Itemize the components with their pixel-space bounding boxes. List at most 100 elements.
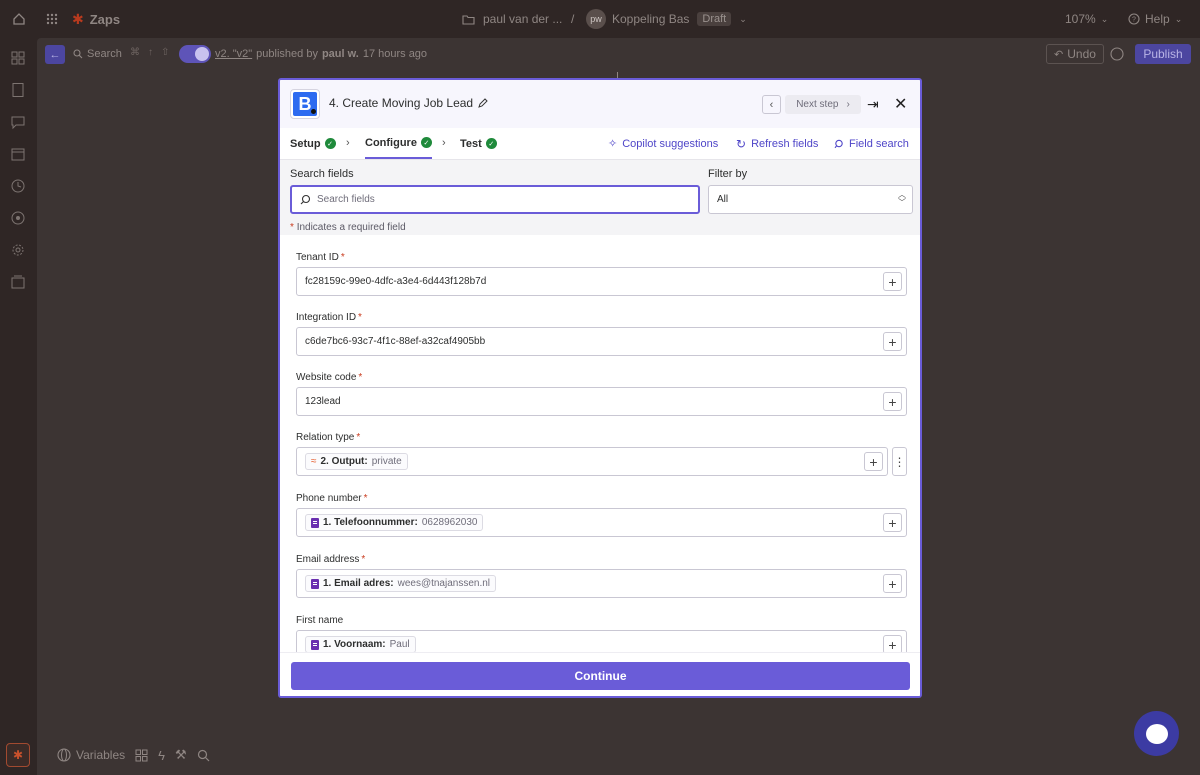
- chevron-down-icon: ⌄: [1100, 13, 1109, 24]
- mapped-value-pill[interactable]: ≈ 2. Output: private: [305, 453, 408, 470]
- version-link[interactable]: v2. "v2": [215, 48, 252, 60]
- tab-configure[interactable]: Configure ✓: [365, 128, 432, 159]
- folder-breadcrumb[interactable]: paul van der ...: [462, 0, 562, 38]
- apps-icon[interactable]: [135, 749, 148, 762]
- integration-id-input[interactable]: c6de7bc6-93c7-4f1c-88ef-a32caf4905bb +: [296, 327, 907, 356]
- lightning-icon[interactable]: ϟ: [158, 748, 165, 763]
- filter-select[interactable]: All ︿ ﹀: [708, 185, 913, 214]
- breadcrumb-separator: /: [571, 12, 575, 26]
- chevron-down-icon: ⌄: [1174, 13, 1183, 24]
- help-icon: ?: [1128, 13, 1140, 25]
- modal-footer: Continue: [280, 652, 920, 696]
- info-icon[interactable]: [1110, 47, 1124, 61]
- relation-type-input[interactable]: ≈ 2. Output: private +: [296, 447, 888, 476]
- field-label-tenant-id: Tenant ID *: [296, 252, 345, 263]
- step-config-modal: B 4. Create Moving Job Lead ‹ Next step …: [278, 78, 922, 698]
- apps-grid-icon[interactable]: [46, 0, 58, 38]
- required-note: * Indicates a required field: [290, 222, 406, 233]
- kebab-icon[interactable]: ⋮: [892, 447, 907, 476]
- tenant-id-input[interactable]: fc28159c-99e0-4dfc-a3e4-6d443f128b7d +: [296, 267, 907, 296]
- previous-step-button[interactable]: ‹: [762, 95, 781, 114]
- avatar: pw: [586, 9, 606, 29]
- phone-number-input[interactable]: 1. Telefoonnummer: 0628962030 +: [296, 508, 907, 537]
- form-icon: [311, 517, 319, 528]
- gear-icon[interactable]: [10, 242, 26, 258]
- chat-icon: [1145, 723, 1168, 744]
- form-icon: [311, 639, 319, 650]
- tab-test[interactable]: Test ✓: [460, 128, 497, 159]
- zap-icon: ✱: [72, 10, 84, 27]
- tab-setup[interactable]: Setup ✓: [290, 128, 336, 159]
- search-icon[interactable]: [197, 749, 210, 762]
- search-icon: [73, 49, 83, 59]
- search-icon: [300, 194, 311, 205]
- modal-header: B 4. Create Moving Job Lead ‹ Next step …: [280, 80, 920, 128]
- plus-icon[interactable]: +: [883, 332, 902, 351]
- check-icon: ✓: [485, 138, 497, 149]
- undo-button[interactable]: ↶ Undo: [1046, 44, 1104, 64]
- refresh-icon: ↻: [736, 136, 747, 151]
- form-icon: [311, 578, 319, 589]
- step-tabs: Setup ✓ › Configure ✓ › Test ✓ ✧ Copilot…: [280, 128, 920, 160]
- calendar-icon[interactable]: [10, 146, 26, 162]
- document-icon[interactable]: [10, 82, 26, 98]
- back-button[interactable]: ←: [45, 45, 65, 64]
- left-rail: [0, 38, 37, 775]
- chevron-right-icon: ›: [846, 99, 850, 110]
- search-icon: [834, 139, 843, 148]
- publish-button[interactable]: Publish: [1135, 44, 1191, 64]
- variables-button[interactable]: Variables: [57, 748, 125, 762]
- canvas-search-button[interactable]: Search: [73, 38, 122, 70]
- chevron-left-icon: ‹: [769, 98, 774, 111]
- version-info: v2. "v2" published by paul w. 17 hours a…: [215, 48, 428, 60]
- website-code-input[interactable]: 123lead +: [296, 387, 907, 416]
- plus-icon[interactable]: +: [864, 452, 883, 471]
- continue-button[interactable]: Continue: [291, 662, 910, 690]
- sparkle-icon: ✧: [608, 138, 618, 150]
- folder-icon: [462, 14, 475, 25]
- status-icon[interactable]: [10, 210, 26, 226]
- next-step-button[interactable]: Next step ›: [785, 95, 861, 114]
- zap-editor-icon[interactable]: ✱: [6, 743, 30, 767]
- home-icon[interactable]: [12, 0, 26, 38]
- help-button[interactable]: ? Help ⌄: [1128, 0, 1182, 38]
- comment-icon[interactable]: [10, 114, 26, 130]
- chevron-down-icon: ⌄: [739, 13, 747, 24]
- field-label-first-name: First name: [296, 615, 344, 626]
- chevron-right-icon: ›: [442, 137, 446, 149]
- wrench-icon[interactable]: ⚒: [175, 747, 187, 763]
- filter-by-label: Filter by: [708, 168, 748, 180]
- mapped-value-pill[interactable]: 1. Voornaam: Paul: [305, 636, 416, 653]
- pencil-icon[interactable]: [478, 98, 488, 108]
- chat-button[interactable]: [1134, 711, 1179, 756]
- close-icon[interactable]: ✕: [894, 94, 910, 114]
- plus-icon[interactable]: +: [883, 392, 902, 411]
- field-label-relation-type: Relation type *: [296, 432, 361, 443]
- email-address-input[interactable]: 1. Email adres: wees@tnajanssen.nl +: [296, 569, 907, 598]
- plus-icon[interactable]: +: [883, 513, 902, 532]
- mapped-value-pill[interactable]: 1. Email adres: wees@tnajanssen.nl: [305, 575, 497, 592]
- formatter-icon: ≈: [311, 456, 317, 467]
- archive-icon[interactable]: [10, 274, 26, 290]
- zaps-link[interactable]: ✱ Zaps: [72, 0, 120, 38]
- field-search-link[interactable]: Field search: [834, 128, 909, 159]
- step-title[interactable]: 4. Create Moving Job Lead: [329, 96, 488, 110]
- version-toggle[interactable]: [179, 45, 211, 63]
- search-fields-input[interactable]: Search fields: [290, 185, 700, 214]
- mapped-value-pill[interactable]: 1. Telefoonnummer: 0628962030: [305, 514, 484, 531]
- zap-title[interactable]: pw Koppeling Bas Draft ⌄: [586, 0, 747, 38]
- history-icon[interactable]: [10, 178, 26, 194]
- shortcut-hints: ⌘↑⇧: [130, 47, 178, 58]
- field-label-phone-number: Phone number *: [296, 493, 368, 504]
- plus-icon[interactable]: +: [883, 574, 902, 593]
- copilot-suggestions-link[interactable]: ✧ Copilot suggestions: [608, 128, 718, 159]
- refresh-fields-link[interactable]: ↻ Refresh fields: [736, 128, 818, 159]
- jump-icon[interactable]: ⇥: [867, 95, 883, 114]
- field-label-integration-id: Integration ID *: [296, 312, 362, 323]
- globe-icon: [57, 748, 71, 762]
- dashboard-icon[interactable]: [10, 50, 26, 66]
- select-arrows-icon: ︿ ﹀: [898, 190, 906, 207]
- zoom-control[interactable]: 107% ⌄: [1065, 0, 1108, 38]
- plus-icon[interactable]: +: [883, 272, 902, 291]
- canvas-toolbar: ← Search ⌘↑⇧ v2. "v2" published by paul …: [37, 38, 1200, 70]
